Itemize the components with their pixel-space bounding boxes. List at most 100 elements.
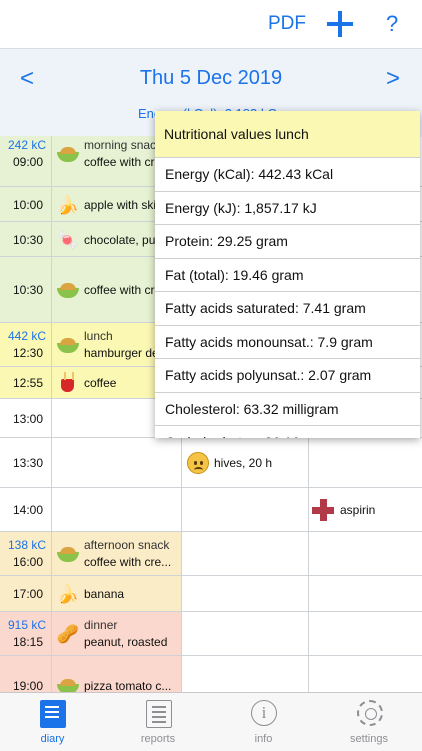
sad-face-icon bbox=[187, 452, 209, 474]
time-cell: 242 kC 09:00 bbox=[0, 136, 52, 186]
symptom-text: hives, 20 h bbox=[214, 456, 273, 470]
time-cell: 915 kC 18:15 bbox=[0, 612, 52, 655]
diary-row[interactable]: 138 kC 16:00 afternoon snack coffee with cr… bbox=[0, 532, 422, 576]
time-cell: 14:00 bbox=[0, 488, 52, 531]
tab-bar: diary reports i info settings bbox=[0, 692, 422, 751]
medicine-text: aspirin bbox=[340, 503, 376, 517]
add-icon[interactable] bbox=[326, 10, 354, 38]
diary-row[interactable]: 14:00 aspirin bbox=[0, 488, 422, 532]
settings-icon bbox=[356, 700, 383, 726]
meal-energy: 915 kC bbox=[7, 618, 46, 632]
diary-row[interactable]: 19:00 pizza tomato c... bbox=[0, 656, 422, 692]
nutrition-popup: Nutritional values lunch Energy (kCal): … bbox=[155, 111, 420, 438]
symptom-cell[interactable] bbox=[182, 656, 309, 692]
food-item: pizza tomato c... bbox=[84, 679, 172, 692]
entry-time: 14:00 bbox=[12, 503, 43, 517]
entry-time: 10:00 bbox=[12, 197, 43, 212]
symptom-cell[interactable] bbox=[182, 488, 309, 531]
info-icon: i bbox=[251, 700, 277, 726]
tab-label: diary bbox=[40, 733, 65, 745]
time-cell: 19:00 bbox=[0, 656, 52, 692]
nutrition-value: Fat (total): 19.46 gram bbox=[155, 259, 420, 292]
nutrition-value: Carbohydrates: 36.16 gram bbox=[155, 426, 420, 438]
fruit-icon: 🍌 bbox=[56, 194, 80, 215]
medicine-cross-icon bbox=[312, 499, 334, 521]
next-day-button[interactable]: > bbox=[386, 65, 400, 93]
nutrition-value: Fatty acids monounsat.: 7.9 gram bbox=[155, 326, 420, 359]
meal-bowl-icon bbox=[56, 675, 80, 692]
food-item: banana bbox=[84, 587, 125, 601]
entry-time: 13:30 bbox=[12, 456, 43, 470]
time-cell: 17:00 bbox=[0, 576, 52, 611]
top-toolbar: PDF ? bbox=[0, 0, 422, 48]
meal-name: morning snack bbox=[84, 138, 163, 152]
popup-title: Nutritional values lunch bbox=[155, 111, 420, 158]
tab-diary[interactable]: diary bbox=[0, 693, 105, 751]
entry-time: 18:15 bbox=[12, 635, 43, 649]
meal-bowl-icon bbox=[56, 334, 80, 356]
tab-label: reports bbox=[140, 733, 176, 745]
time-cell: 12:55 bbox=[0, 367, 52, 398]
entry-time: 19:00 bbox=[12, 679, 43, 692]
meal-name: lunch bbox=[84, 329, 113, 343]
reports-icon bbox=[145, 700, 172, 728]
tab-info[interactable]: i info bbox=[211, 693, 316, 751]
meal-bowl-icon bbox=[56, 143, 80, 165]
meal-cell[interactable] bbox=[52, 488, 182, 531]
meal-cell[interactable]: afternoon snack coffee with cre... bbox=[52, 532, 182, 575]
time-cell: 10:30 bbox=[0, 257, 52, 322]
food-item: coffee with cre... bbox=[84, 555, 172, 569]
current-date: Thu 5 Dec 2019 bbox=[139, 67, 283, 89]
time-cell: 442 kC 12:30 bbox=[0, 323, 52, 366]
nutrition-value: Fatty acids polyunsat.: 2.07 gram bbox=[155, 359, 420, 393]
tab-label: settings bbox=[350, 733, 388, 745]
entry-time: 12:30 bbox=[12, 346, 43, 360]
diary-row[interactable]: 17:00 🍌 banana bbox=[0, 576, 422, 612]
food-item: chocolate, pure bbox=[84, 232, 167, 247]
entry-time: 10:30 bbox=[12, 283, 43, 297]
time-cell: 10:00 bbox=[0, 187, 52, 221]
meal-energy: 138 kC bbox=[7, 538, 46, 552]
food-item: apple with skin bbox=[84, 197, 163, 212]
time-cell: 13:00 bbox=[0, 399, 52, 437]
symptom-cell[interactable] bbox=[182, 532, 309, 575]
entry-time: 10:30 bbox=[12, 232, 43, 247]
fruit-icon: 🍌 bbox=[56, 584, 80, 604]
entry-time: 13:00 bbox=[12, 411, 43, 426]
meal-energy: 442 kC bbox=[7, 329, 46, 343]
meal-cell[interactable]: 🍌 banana bbox=[52, 576, 182, 611]
meal-cell[interactable]: pizza tomato c... bbox=[52, 656, 182, 692]
diary-row[interactable]: 13:30 hives, 20 h bbox=[0, 438, 422, 488]
nutrition-value: Cholesterol: 63.32 milligram bbox=[155, 393, 420, 426]
symptom-cell[interactable] bbox=[182, 576, 309, 611]
food-item: coffee bbox=[84, 376, 117, 390]
meal-bowl-icon bbox=[56, 543, 80, 565]
help-button[interactable]: ? bbox=[386, 11, 398, 37]
entry-time: 16:00 bbox=[12, 555, 43, 569]
symptom-cell[interactable] bbox=[182, 612, 309, 655]
pdf-button[interactable]: PDF bbox=[268, 13, 306, 35]
nutrition-list: Energy (kCal): 442.43 kCal Energy (kJ): 1… bbox=[155, 158, 420, 438]
tab-reports[interactable]: reports bbox=[106, 693, 211, 751]
entry-time: 17:00 bbox=[12, 587, 43, 601]
meal-cell[interactable]: 🥜 dinner peanut, roasted bbox=[52, 612, 182, 655]
meal-bowl-icon bbox=[56, 279, 80, 301]
time-cell: 13:30 bbox=[0, 438, 52, 487]
nutrition-value: Fatty acids saturated: 7.41 gram bbox=[155, 292, 420, 326]
time-cell: 10:30 bbox=[0, 222, 52, 256]
diary-row[interactable]: 915 kC 18:15 🥜 dinner peanut, roasted bbox=[0, 612, 422, 656]
nut-icon: 🥜 bbox=[56, 624, 80, 644]
sweets-icon: 🍬 bbox=[56, 229, 80, 250]
nutrition-value: Protein: 29.25 gram bbox=[155, 225, 420, 259]
diary-icon bbox=[40, 700, 66, 728]
tab-settings[interactable]: settings bbox=[317, 693, 422, 751]
meal-name: afternoon snack bbox=[84, 538, 170, 552]
meal-energy: 242 kC bbox=[7, 138, 46, 152]
meal-name: dinner bbox=[84, 618, 118, 632]
nutrition-value: Energy (kCal): 442.43 kCal bbox=[155, 158, 420, 192]
food-item: peanut, roasted bbox=[84, 635, 168, 649]
entry-time: 09:00 bbox=[12, 155, 43, 169]
meal-cell[interactable] bbox=[52, 438, 182, 487]
nutrition-value: Energy (kJ): 1,857.17 kJ bbox=[155, 192, 420, 225]
time-cell: 138 kC 16:00 bbox=[0, 532, 52, 575]
